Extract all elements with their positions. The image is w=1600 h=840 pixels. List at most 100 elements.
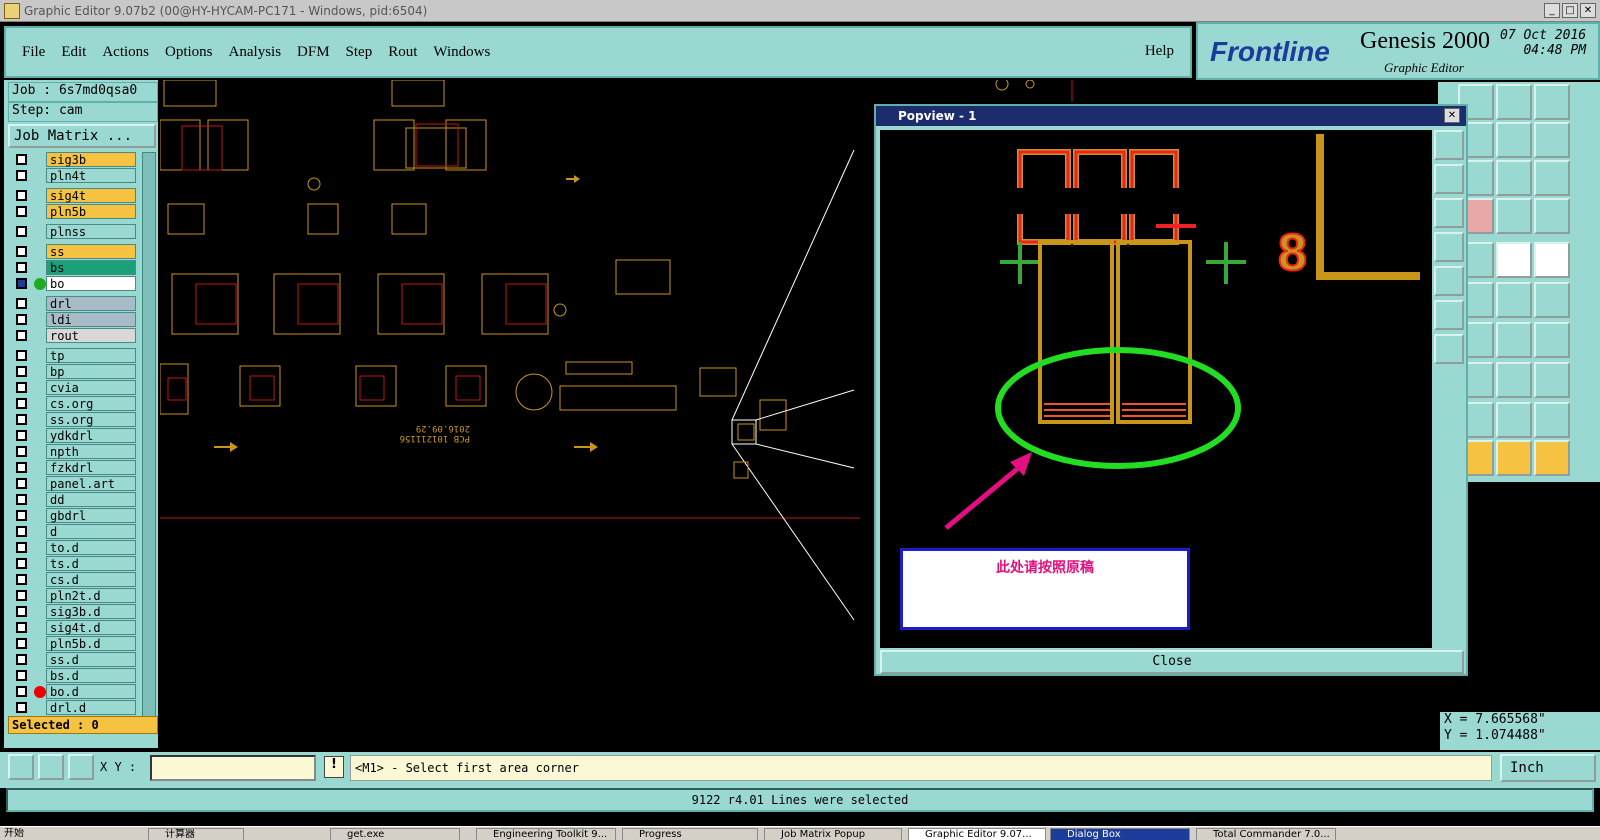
task-calculator[interactable]: 计算器	[148, 828, 244, 840]
layer-row[interactable]: bs.d	[10, 668, 140, 684]
maximize-button[interactable]: □	[1562, 3, 1578, 18]
tool-scale-icon[interactable]	[1496, 160, 1532, 196]
layer-row[interactable]: sig4t	[10, 188, 140, 204]
tool-pointer-icon[interactable]	[1496, 440, 1532, 476]
task-total-commander[interactable]: Total Commander 7.0...	[1196, 828, 1336, 840]
layer-row[interactable]: dd	[10, 492, 140, 508]
layer-checkbox[interactable]	[16, 278, 27, 289]
zoom-area-icon[interactable]	[8, 754, 34, 780]
layer-checkbox[interactable]	[16, 262, 27, 273]
tool-resize-icon[interactable]	[1534, 362, 1570, 398]
menu-dfm[interactable]: DFM	[297, 44, 330, 61]
menu-rout[interactable]: Rout	[388, 44, 417, 61]
layer-checkbox[interactable]	[16, 366, 27, 377]
layer-row[interactable]: drl	[10, 296, 140, 312]
menu-step[interactable]: Step	[346, 44, 373, 61]
tool-measure-icon[interactable]	[1534, 122, 1570, 158]
minimize-button[interactable]: _	[1544, 3, 1560, 18]
layer-row[interactable]: pln2t.d	[10, 588, 140, 604]
layer-checkbox[interactable]	[16, 226, 27, 237]
layer-checkbox[interactable]	[16, 654, 27, 665]
layer-row[interactable]: bo	[10, 276, 140, 292]
layer-checkbox[interactable]	[16, 702, 27, 713]
popview-tool-7-icon[interactable]	[1434, 334, 1464, 364]
popview-tool-5-icon[interactable]	[1434, 266, 1464, 296]
grid-icon[interactable]	[68, 754, 94, 780]
popview-tool-6-icon[interactable]	[1434, 300, 1464, 330]
tool-mirror-icon[interactable]	[1534, 322, 1570, 358]
layer-row[interactable]: cs.org	[10, 396, 140, 412]
layer-checkbox[interactable]	[16, 414, 27, 425]
layer-list-scrollbar[interactable]	[142, 152, 156, 720]
tool-route-icon[interactable]	[1534, 440, 1570, 476]
menu-help[interactable]: Help	[1145, 43, 1174, 60]
layer-row[interactable]: npth	[10, 444, 140, 460]
layer-row[interactable]: panel.art	[10, 476, 140, 492]
layer-row[interactable]: ss.d	[10, 652, 140, 668]
layer-row[interactable]: ss	[10, 244, 140, 260]
popview-canvas[interactable]: 8 此处请按照原稿	[880, 130, 1432, 648]
tool-connect-icon[interactable]	[1534, 198, 1570, 234]
layer-row[interactable]: pln5b	[10, 204, 140, 220]
layer-checkbox[interactable]	[16, 638, 27, 649]
task-graphic-editor[interactable]: Graphic Editor 9.07...	[908, 828, 1046, 840]
layer-row[interactable]: drl.d	[10, 700, 140, 716]
popview-close-icon[interactable]: ✕	[1444, 108, 1460, 123]
layer-row[interactable]: ydkdrl	[10, 428, 140, 444]
menu-edit[interactable]: Edit	[61, 44, 86, 61]
layer-row[interactable]: fzkdrl	[10, 460, 140, 476]
xy-input[interactable]	[150, 755, 316, 781]
layer-checkbox[interactable]	[16, 510, 27, 521]
popview-tool-3-icon[interactable]	[1434, 198, 1464, 228]
layer-row[interactable]: plnss	[10, 224, 140, 240]
task-get-exe[interactable]: get.exe	[330, 828, 460, 840]
layer-checkbox[interactable]	[16, 622, 27, 633]
tool-fit-icon[interactable]	[1496, 122, 1532, 158]
layer-checkbox[interactable]	[16, 542, 27, 553]
layer-checkbox[interactable]	[16, 330, 27, 341]
close-window-button[interactable]: ✕	[1580, 3, 1596, 18]
layer-row[interactable]: cvia	[10, 380, 140, 396]
layer-row[interactable]: ss.org	[10, 412, 140, 428]
tool-copy-icon[interactable]	[1496, 362, 1532, 398]
layer-row[interactable]: pln4t	[10, 168, 140, 184]
layer-row[interactable]: cs.d	[10, 572, 140, 588]
tool-layers-icon[interactable]	[1534, 84, 1570, 120]
tool-home-icon[interactable]	[1496, 84, 1532, 120]
layer-row[interactable]: sig3b.d	[10, 604, 140, 620]
menu-options[interactable]: Options	[165, 44, 213, 61]
layer-checkbox[interactable]	[16, 590, 27, 601]
layer-checkbox[interactable]	[16, 350, 27, 361]
layer-checkbox[interactable]	[16, 558, 27, 569]
layer-checkbox[interactable]	[16, 190, 27, 201]
task-dialog-box[interactable]: Dialog Box	[1050, 828, 1190, 840]
job-matrix-button[interactable]: Job Matrix ...	[8, 124, 156, 148]
layer-row[interactable]: bp	[10, 364, 140, 380]
layer-row[interactable]: tp	[10, 348, 140, 364]
tool-move-icon[interactable]	[1534, 282, 1570, 318]
layer-row[interactable]: gbdrl	[10, 508, 140, 524]
layer-checkbox[interactable]	[16, 686, 27, 697]
popview-tool-4-icon[interactable]	[1434, 232, 1464, 262]
tool-ruler-icon[interactable]	[1496, 242, 1532, 278]
layer-checkbox[interactable]	[16, 430, 27, 441]
layer-checkbox[interactable]	[16, 314, 27, 325]
layer-row[interactable]: d	[10, 524, 140, 540]
layer-checkbox[interactable]	[16, 574, 27, 585]
tool-dot-icon[interactable]	[1534, 242, 1570, 278]
tool-help-icon[interactable]	[1534, 160, 1570, 196]
layer-row[interactable]: bs	[10, 260, 140, 276]
warning-icon[interactable]: !	[324, 756, 344, 778]
menu-windows[interactable]: Windows	[433, 44, 490, 61]
layer-checkbox[interactable]	[16, 206, 27, 217]
units-dropdown[interactable]: Inch	[1500, 754, 1596, 782]
task-progress[interactable]: Progress	[622, 828, 758, 840]
task-engineering-toolkit[interactable]: Engineering Toolkit 9...	[476, 828, 616, 840]
layer-checkbox[interactable]	[16, 398, 27, 409]
layer-checkbox[interactable]	[16, 462, 27, 473]
layer-row[interactable]: pln5b.d	[10, 636, 140, 652]
menu-file[interactable]: File	[22, 44, 45, 61]
layer-checkbox[interactable]	[16, 670, 27, 681]
popview-tool-1-icon[interactable]	[1434, 130, 1464, 160]
tool-line-icon[interactable]	[1496, 282, 1532, 318]
